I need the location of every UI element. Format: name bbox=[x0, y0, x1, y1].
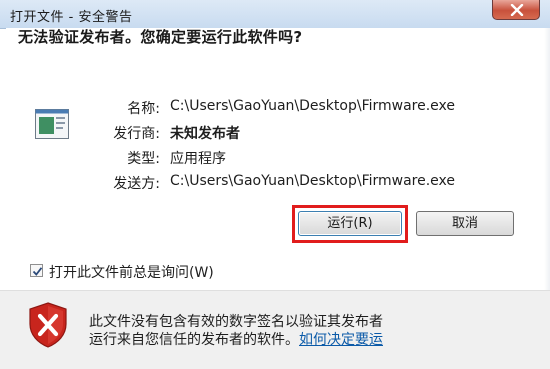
always-ask-label[interactable]: 打开此文件前总是询问(W) bbox=[49, 262, 214, 282]
value-type: 应用程序 bbox=[170, 151, 226, 167]
always-ask-checkbox[interactable] bbox=[30, 264, 43, 277]
title-bar[interactable]: 打开文件 - 安全警告 bbox=[0, 0, 550, 29]
window-edge bbox=[544, 28, 550, 290]
dialog-heading: 无法验证发布者。您确定要运行此软件吗? bbox=[18, 28, 303, 46]
how-to-decide-link[interactable]: 如何决定要运 bbox=[299, 332, 383, 348]
value-publisher: 未知发布者 bbox=[170, 126, 240, 142]
warning-text-line1: 此文件没有包含有效的数字签名以验证其发布者 bbox=[89, 314, 383, 330]
checkmark-icon bbox=[32, 267, 43, 276]
label-publisher: 发行商: bbox=[113, 126, 160, 142]
shield-warning-icon bbox=[29, 302, 67, 348]
warning-text-line2-body: 运行来自您信任的发布者的软件。 bbox=[89, 332, 299, 348]
value-name: C:\Users\GaoYuan\Desktop\Firmware.exe bbox=[170, 98, 456, 114]
close-icon bbox=[510, 4, 524, 16]
label-type: 类型: bbox=[127, 151, 160, 167]
label-from: 发送方: bbox=[113, 176, 160, 192]
value-from: C:\Users\GaoYuan\Desktop\Firmware.exe bbox=[170, 173, 456, 189]
warning-text-line2: 运行来自您信任的发布者的软件。如何决定要运 bbox=[89, 329, 383, 349]
cancel-button[interactable]: 取消 bbox=[416, 211, 514, 236]
run-button[interactable]: 运行(R) bbox=[298, 211, 402, 236]
label-name: 名称: bbox=[127, 101, 160, 117]
close-button[interactable] bbox=[492, 0, 540, 20]
window-title: 打开文件 - 安全警告 bbox=[10, 10, 133, 25]
application-icon bbox=[35, 109, 69, 139]
